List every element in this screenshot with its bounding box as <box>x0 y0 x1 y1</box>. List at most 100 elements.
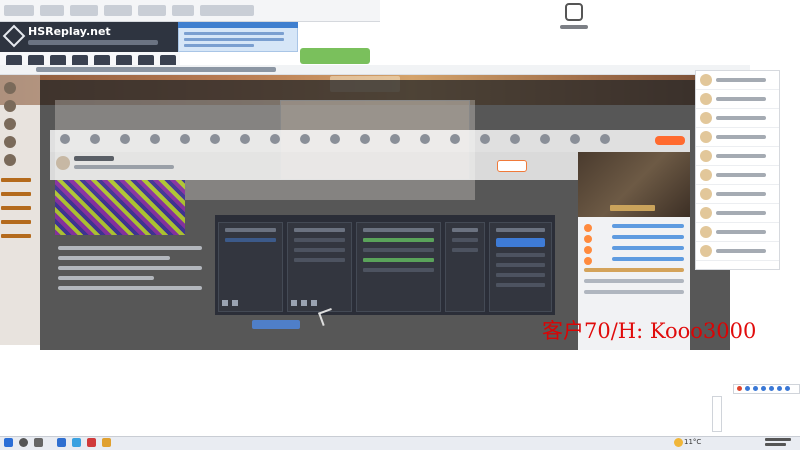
contact-row[interactable] <box>696 71 779 90</box>
task-view-icon[interactable] <box>34 438 43 447</box>
contact-row[interactable] <box>696 147 779 166</box>
nav-icon[interactable] <box>540 134 550 144</box>
contact-row[interactable] <box>696 90 779 109</box>
toolbar-item-6[interactable] <box>172 5 194 16</box>
sources-panel <box>287 222 352 312</box>
nav-icon[interactable] <box>390 134 400 144</box>
nav-icon[interactable] <box>240 134 250 144</box>
rank-badge-icon <box>584 257 592 265</box>
gear-icon[interactable] <box>311 300 317 306</box>
desktop-label <box>1 220 31 224</box>
nav-icon[interactable] <box>360 134 370 144</box>
contact-row[interactable] <box>696 223 779 242</box>
toolbar-item-7[interactable] <box>200 5 254 16</box>
tray-icon[interactable] <box>769 386 774 391</box>
nav-icon[interactable] <box>300 134 310 144</box>
send-button[interactable] <box>252 320 300 329</box>
toolbar-item-4[interactable] <box>104 5 132 16</box>
nav-icon[interactable] <box>60 134 70 144</box>
weather-text: 11°C <box>684 438 702 446</box>
desktop-app-icon[interactable] <box>565 3 583 21</box>
scenes-panel <box>218 222 283 312</box>
add-icon[interactable] <box>222 300 228 306</box>
stream-nav-row <box>50 130 690 152</box>
login-button[interactable] <box>300 48 370 64</box>
contact-row[interactable] <box>696 242 779 261</box>
floating-side-toolbar[interactable] <box>712 396 722 432</box>
tracker-card-avatar[interactable] <box>4 82 16 94</box>
watermark-text: 客户70/H: Kooo3000 <box>542 319 757 343</box>
tracker-card-column <box>0 75 40 345</box>
tray-icon[interactable] <box>745 386 750 391</box>
nav-icon[interactable] <box>210 134 220 144</box>
nav-icon[interactable] <box>330 134 340 144</box>
nav-icon[interactable] <box>480 134 490 144</box>
remove-icon[interactable] <box>232 300 238 306</box>
follow-button[interactable] <box>497 160 527 172</box>
audio-mixer-panel <box>356 222 441 312</box>
taskbar-app-icon[interactable] <box>87 438 96 447</box>
streamer-avatar[interactable] <box>56 156 70 170</box>
chat-app-window <box>695 70 780 270</box>
video-thumbnail[interactable] <box>55 180 185 235</box>
toolbar-item-1[interactable] <box>4 5 34 16</box>
nav-icon[interactable] <box>90 134 100 144</box>
game-hud-label <box>610 205 655 211</box>
remove-icon[interactable] <box>301 300 307 306</box>
exit-button[interactable] <box>496 283 545 287</box>
tracker-card-avatar[interactable] <box>4 154 16 166</box>
tracker-card-avatar[interactable] <box>4 136 16 148</box>
nav-icon[interactable] <box>450 134 460 144</box>
contact-row[interactable] <box>696 204 779 223</box>
rank-badge-icon <box>584 235 592 243</box>
app-tray-icon[interactable] <box>737 386 742 391</box>
nav-icon[interactable] <box>510 134 520 144</box>
desktop-app-icon-label <box>560 25 588 29</box>
start-recording-button[interactable] <box>496 253 545 257</box>
toolbar-item-3[interactable] <box>70 5 98 16</box>
room-title <box>74 156 114 161</box>
scene-transitions-panel <box>445 222 485 312</box>
contact-row[interactable] <box>696 109 779 128</box>
search-icon[interactable] <box>19 438 28 447</box>
tracker-card-avatar[interactable] <box>4 118 16 130</box>
desktop-label <box>1 192 31 196</box>
nav-icon[interactable] <box>420 134 430 144</box>
tray-icon[interactable] <box>777 386 782 391</box>
chat-region <box>50 240 210 340</box>
toolbar-item-2[interactable] <box>40 5 64 16</box>
nav-icon[interactable] <box>120 134 130 144</box>
start-streaming-button[interactable] <box>496 238 545 247</box>
weather-icon[interactable] <box>674 438 683 447</box>
nav-icon[interactable] <box>570 134 580 144</box>
rank-badge-icon <box>584 224 592 232</box>
contact-row[interactable] <box>696 128 779 147</box>
taskbar-app-icon[interactable] <box>72 438 81 447</box>
nav-icon[interactable] <box>270 134 280 144</box>
toolbar-item-5[interactable] <box>138 5 166 16</box>
contact-row[interactable] <box>696 185 779 204</box>
tracker-brand-bar: HSReplay.net <box>0 22 178 52</box>
desktop-label <box>1 178 31 182</box>
settings-button[interactable] <box>496 273 545 277</box>
room-subtitle <box>74 165 174 169</box>
taskbar-app-icon[interactable] <box>102 438 111 447</box>
start-icon[interactable] <box>4 438 13 447</box>
desktop-label <box>1 206 31 210</box>
system-clock[interactable] <box>765 437 791 447</box>
url-text <box>36 67 276 72</box>
tray-icon[interactable] <box>753 386 758 391</box>
tray-icon[interactable] <box>761 386 766 391</box>
add-icon[interactable] <box>291 300 297 306</box>
nav-icon[interactable] <box>150 134 160 144</box>
contact-row[interactable] <box>696 166 779 185</box>
nav-icon[interactable] <box>600 134 610 144</box>
info-banner-header <box>178 22 298 28</box>
nav-cta-button[interactable] <box>655 136 685 145</box>
rank-badge-icon <box>584 246 592 254</box>
taskbar-app-icon[interactable] <box>57 438 66 447</box>
tray-icon[interactable] <box>785 386 790 391</box>
studio-mode-button[interactable] <box>496 263 545 267</box>
nav-icon[interactable] <box>180 134 190 144</box>
tracker-card-avatar[interactable] <box>4 100 16 112</box>
